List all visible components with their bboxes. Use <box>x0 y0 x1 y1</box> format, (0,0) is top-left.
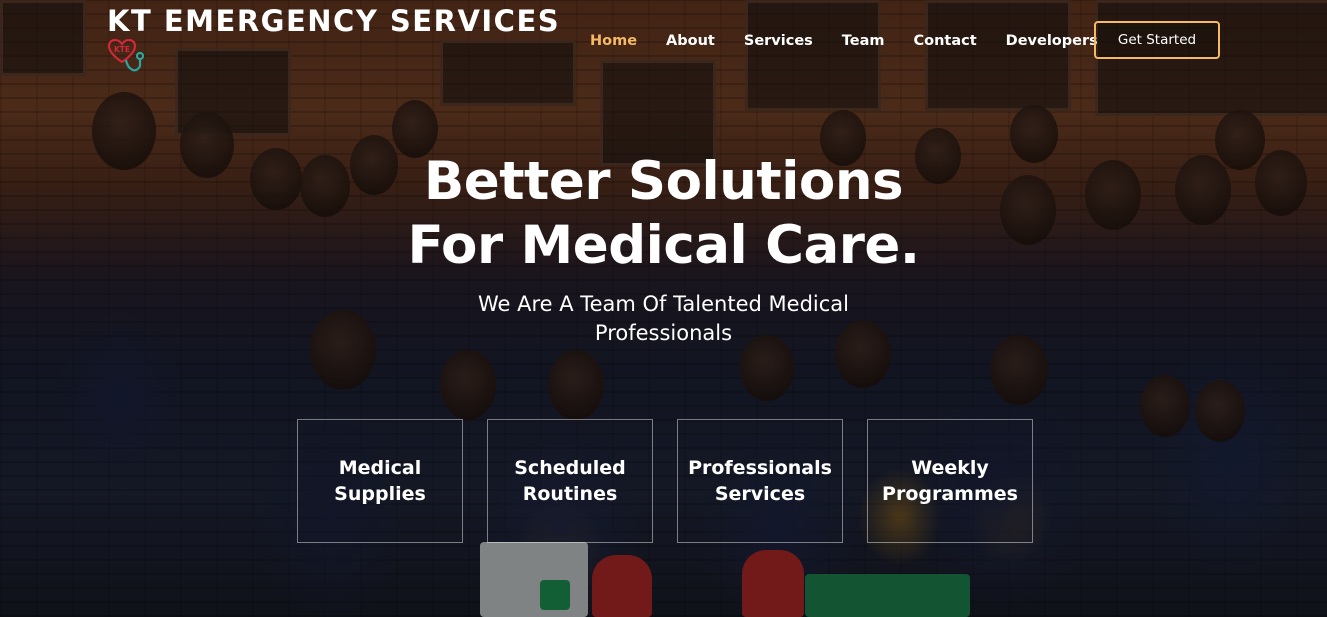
nav-home[interactable]: Home <box>590 30 637 52</box>
feature-label: Routines <box>522 483 618 505</box>
feature-weekly-programmes[interactable]: Weekly Programmes <box>867 419 1033 543</box>
subheadline-line: We Are A Team Of Talented Medical <box>478 292 849 316</box>
feature-professionals-services[interactable]: Professionals Services <box>677 419 843 543</box>
nav-developers[interactable]: Developers <box>1006 30 1098 52</box>
nav-contact[interactable]: Contact <box>914 30 977 52</box>
feature-label: Services <box>714 483 806 505</box>
brand-name[interactable]: KT EMERGENCY SERVICES <box>107 4 560 38</box>
feature-label: Professionals <box>688 457 832 479</box>
feature-label: Medical <box>338 457 422 479</box>
get-started-button[interactable]: Get Started <box>1094 21 1220 59</box>
hero-headline: Better Solutions For Medical Care. <box>0 150 1327 278</box>
feature-label: Scheduled <box>514 457 626 479</box>
main-navigation: Home About Services Team Contact Develop… <box>590 30 1127 52</box>
feature-label: Supplies <box>334 483 426 505</box>
feature-medical-supplies[interactable]: Medical Supplies <box>297 419 463 543</box>
nav-about[interactable]: About <box>666 30 715 52</box>
feature-label: Weekly <box>911 457 989 479</box>
hero-subheadline: We Are A Team Of Talented Medical Profes… <box>0 290 1327 348</box>
stethoscope-heart-icon[interactable]: KTE <box>106 36 148 78</box>
logo-text: KTE <box>114 45 130 54</box>
subheadline-line: Professionals <box>594 321 733 345</box>
feature-label: Programmes <box>882 483 1018 505</box>
headline-line: For Medical Care. <box>407 215 920 276</box>
feature-scheduled-routines[interactable]: Scheduled Routines <box>487 419 653 543</box>
nav-team[interactable]: Team <box>842 30 885 52</box>
headline-line: Better Solutions <box>423 151 904 212</box>
nav-services[interactable]: Services <box>744 30 813 52</box>
